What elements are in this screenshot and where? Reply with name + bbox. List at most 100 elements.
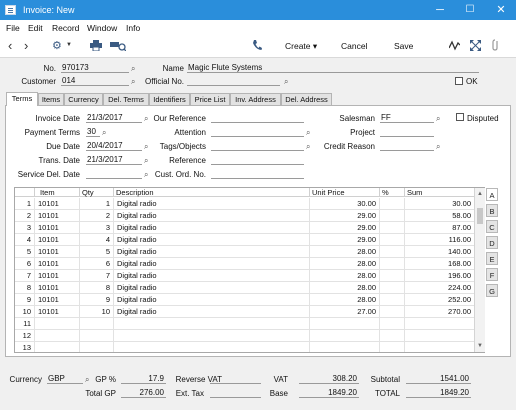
customer-field[interactable]: 014 [61,76,129,86]
tab-currency[interactable]: Currency [64,93,103,105]
tab-price-list[interactable]: Price List [190,93,230,105]
qty-cell[interactable] [80,342,114,352]
description-cell[interactable]: Digital radio [114,210,310,222]
sum-cell[interactable]: 140.00 [405,246,475,258]
table-row[interactable]: 13 [15,342,484,352]
table-row[interactable]: 11 [15,318,484,330]
minimize-button[interactable]: ─ [425,0,455,20]
paste-icon[interactable]: ⌕ [144,156,148,166]
table-row[interactable]: 12 [15,330,484,342]
no-field[interactable]: 970173 [61,63,129,73]
qty-cell[interactable]: 5 [80,246,114,258]
our-reference-field[interactable] [211,113,304,123]
reference-field[interactable] [211,155,304,165]
side-tab-g[interactable]: G [486,284,498,297]
menu-window[interactable]: Window [87,23,117,33]
percent-cell[interactable] [380,234,405,246]
currency-field[interactable]: GBP [47,374,83,384]
unit-price-cell[interactable]: 29.00 [310,234,380,246]
qty-cell[interactable]: 4 [80,234,114,246]
tab-del-terms[interactable]: Del. Terms [103,93,149,105]
description-column-header[interactable]: Description [114,188,310,197]
table-row[interactable]: 3 10101 3 Digital radio 29.00 87.00 [15,222,484,234]
menu-edit[interactable]: Edit [28,23,43,33]
activity-icon[interactable] [448,40,461,54]
description-cell[interactable]: Digital radio [114,246,310,258]
expand-icon[interactable] [470,40,481,54]
grid-scrollbar[interactable]: ▲ ▼ [474,188,485,352]
paste-icon[interactable]: ⌕ [436,114,440,124]
unit-price-column-header[interactable]: Unit Price [310,188,380,197]
item-column-header[interactable]: Item [35,188,80,197]
tab-inv-address[interactable]: Inv. Address [230,93,281,105]
unit-price-cell[interactable]: 28.00 [310,258,380,270]
sum-cell[interactable]: 168.00 [405,258,475,270]
qty-cell[interactable]: 10 [80,306,114,318]
percent-cell[interactable] [380,282,405,294]
description-cell[interactable]: Digital radio [114,234,310,246]
scroll-up-icon[interactable]: ▲ [477,191,483,197]
unit-price-cell[interactable]: 29.00 [310,210,380,222]
qty-cell[interactable]: 8 [80,282,114,294]
item-cell[interactable] [35,342,80,352]
item-cell[interactable]: 10101 [35,222,80,234]
unit-price-cell[interactable]: 28.00 [310,246,380,258]
item-cell[interactable]: 10101 [35,210,80,222]
side-tab-d[interactable]: D [486,236,498,249]
percent-cell[interactable] [380,270,405,282]
table-row[interactable]: 10 10101 10 Digital radio 27.00 270.00 [15,306,484,318]
qty-column-header[interactable]: Qty [80,188,114,197]
sum-cell[interactable]: 30.00 [405,198,475,210]
percent-cell[interactable] [380,306,405,318]
previous-record-button[interactable]: ‹ [8,38,12,53]
sum-cell[interactable]: 196.00 [405,270,475,282]
scroll-thumb[interactable] [477,208,483,224]
item-cell[interactable]: 10101 [35,294,80,306]
unit-price-cell[interactable]: 28.00 [310,282,380,294]
sum-cell[interactable]: 270.00 [405,306,475,318]
unit-price-cell[interactable]: 27.00 [310,306,380,318]
disputed-checkbox[interactable] [456,113,464,121]
qty-cell[interactable]: 7 [80,270,114,282]
table-row[interactable]: 6 10101 6 Digital radio 28.00 168.00 [15,258,484,270]
description-cell[interactable]: Digital radio [114,282,310,294]
paste-icon[interactable]: ⌕ [131,77,135,87]
percent-cell[interactable] [380,210,405,222]
tab-terms[interactable]: Terms [6,92,38,106]
unit-price-cell[interactable] [310,342,380,352]
percent-cell[interactable] [380,318,405,330]
print-preview-icon[interactable] [110,40,127,54]
description-cell[interactable] [114,342,310,352]
tab-del-address[interactable]: Del. Address [281,93,332,105]
paste-icon[interactable]: ⌕ [102,128,106,138]
table-row[interactable]: 8 10101 8 Digital radio 28.00 224.00 [15,282,484,294]
print-icon[interactable] [90,40,102,54]
item-cell[interactable]: 10101 [35,306,80,318]
percent-cell[interactable] [380,222,405,234]
table-row[interactable]: 2 10101 2 Digital radio 29.00 58.00 [15,210,484,222]
trans-date-field[interactable]: 21/3/2017 [86,155,142,165]
table-row[interactable]: 4 10101 4 Digital radio 29.00 116.00 [15,234,484,246]
sum-cell[interactable]: 58.00 [405,210,475,222]
table-row[interactable]: 1 10101 1 Digital radio 30.00 30.00 [15,198,484,210]
qty-cell[interactable] [80,318,114,330]
item-cell[interactable]: 10101 [35,198,80,210]
salesman-field[interactable]: FF [380,113,434,123]
reverse-vat-field[interactable] [210,374,261,384]
paste-icon[interactable]: ⌕ [131,64,135,74]
items-grid[interactable]: Item Qty Description Unit Price % Sum 11… [14,187,485,353]
tags-objects-field[interactable] [211,141,304,151]
item-cell[interactable] [35,330,80,342]
credit-reason-field[interactable] [380,141,434,151]
sum-cell[interactable] [405,318,475,330]
description-cell[interactable] [114,330,310,342]
gear-icon[interactable]: ⚙ [52,39,62,52]
official-no-field[interactable] [187,76,280,86]
save-button[interactable]: Save [394,41,413,51]
item-cell[interactable]: 10101 [35,270,80,282]
qty-cell[interactable]: 9 [80,294,114,306]
side-tab-b[interactable]: B [486,204,498,217]
unit-price-cell[interactable] [310,318,380,330]
qty-cell[interactable]: 3 [80,222,114,234]
side-tab-c[interactable]: C [486,220,498,233]
